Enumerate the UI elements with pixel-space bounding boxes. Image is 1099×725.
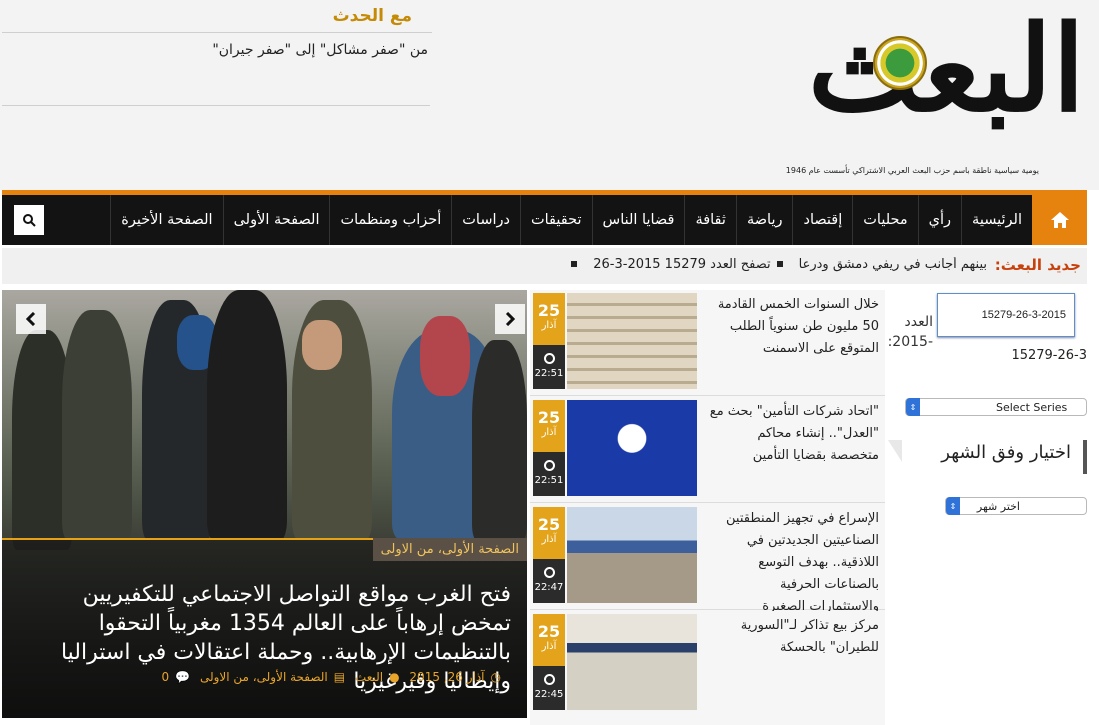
news-title[interactable]: مركز بيع تذاكر لـ"السورية للطيران" بالحس… (708, 615, 879, 659)
date-badge: 25 آذار (533, 293, 565, 345)
news-list: 25 آذار 22:51 خلال السنوات الخمس القادمة … (530, 290, 885, 725)
clock-icon (543, 353, 555, 364)
clock-icon (543, 567, 555, 578)
clock-icon: ◷ (490, 670, 501, 684)
news-thumbnail[interactable] (567, 293, 697, 389)
nav-menu: الرئيسية رأي محليات إقتصاد رياضة ثقافة ق… (110, 195, 1032, 245)
issue-value: 15279-26-3 (1011, 348, 1087, 363)
news-item[interactable]: 25 آذار 22:51 خلال السنوات الخمس القادمة … (530, 290, 885, 396)
date-badge: 25 آذار (533, 507, 565, 559)
site-header: البعث يومية سياسية ناطقة باسم حزب البعث … (0, 0, 1099, 190)
month-section-title: اختيار وفق الشهر (941, 442, 1071, 463)
clock-icon (543, 460, 555, 471)
news-title[interactable]: "اتحاد شركات التأمين" بحث مع "العدل".. إ… (708, 401, 879, 467)
ticker-label: جديد البعث: (994, 256, 1081, 274)
divider (2, 32, 432, 33)
news-item[interactable]: 25 آذار 22:47 الإسراع في تجهيز المنطقتين … (530, 504, 885, 614)
time-badge: 22:47 (533, 559, 565, 603)
ticker-item[interactable]: بينهم أجانب في ريفي دمشق ودرعا (799, 257, 987, 272)
chevron-right-icon (505, 312, 515, 326)
news-thumbnail[interactable] (567, 507, 697, 603)
date-badge: 25 آذار (533, 614, 565, 666)
nav-item-culture[interactable]: ثقافة (684, 195, 736, 245)
news-title[interactable]: خلال السنوات الخمس القادمة 50 مليون طن س… (708, 294, 879, 360)
nav-item-people-issues[interactable]: قضايا الناس (591, 195, 685, 245)
ticker-item[interactable]: تصفح العدد 15279 2015-3-26 (593, 257, 770, 272)
masthead-tagline: يومية سياسية ناطقة باسم حزب البعث العربي… (785, 166, 1039, 175)
nav-item-investigations[interactable]: تحقيقات (519, 195, 592, 245)
news-thumbnail[interactable] (567, 614, 697, 710)
featured-categories[interactable]: الصفحة الأولى، من الاولى (200, 670, 328, 684)
slider-next-button[interactable] (495, 304, 525, 334)
news-ticker: جديد البعث: بينهم أجانب في ريفي دمشق ودر… (2, 248, 1087, 284)
featured-caption: الصفحة الأولى، من الاولى فتح الغرب مواقع… (2, 538, 527, 718)
news-title[interactable]: الإسراع في تجهيز المنطقتين الصناعيتين ال… (708, 508, 879, 618)
nav-item-economy[interactable]: إقتصاد (792, 195, 852, 245)
news-item[interactable]: 25 آذار 22:51 "اتحاد شركات التأمين" بحث م… (530, 397, 885, 503)
event-title: مع الحدث (332, 6, 412, 26)
nav-item-home[interactable]: الرئيسية (961, 195, 1032, 245)
nav-item-local[interactable]: محليات (852, 195, 917, 245)
chevron-updown-icon: ⇕ (946, 497, 960, 515)
issue-label: العدد -2015: (887, 314, 933, 350)
sidebar: العدد -2015: 15279-26-3 Select Series ⇕ … (888, 290, 1093, 725)
chevron-updown-icon: ⇕ (906, 398, 920, 416)
divider (2, 105, 430, 106)
bullet-icon (571, 261, 578, 267)
issue-input[interactable] (937, 293, 1075, 337)
event-box: مع الحدث من "صفر مشاكل" إلى "صفر جيران" (2, 0, 432, 120)
time-badge: 22:51 (533, 452, 565, 496)
featured-meta: ◷ آذار 26, 2015 ● البعث ▤ الصفحة الأولى، من… (156, 670, 501, 684)
event-link[interactable]: من "صفر مشاكل" إلى "صفر جيران" (212, 42, 428, 58)
date-badge: 25 آذار (533, 400, 565, 452)
nav-item-parties[interactable]: أحزاب ومنظمات (329, 195, 451, 245)
bullet-icon (776, 261, 783, 267)
main-nav: الرئيسية رأي محليات إقتصاد رياضة ثقافة ق… (2, 190, 1087, 245)
home-button[interactable] (1032, 195, 1087, 245)
news-item[interactable]: 25 آذار 22:45 مركز بيع تذاكر لـ"السورية ل… (530, 611, 885, 725)
featured-date: آذار 26, 2015 (409, 670, 485, 684)
slider-prev-button[interactable] (16, 304, 46, 334)
site-logo[interactable]: البعث يومية سياسية ناطقة باسم حزب البعث … (755, 0, 1087, 182)
search-icon (23, 214, 36, 227)
party-emblem-icon (873, 36, 927, 90)
folder-icon: ▤ (333, 670, 346, 684)
time-badge: 22:51 (533, 345, 565, 389)
search-button[interactable] (14, 205, 44, 235)
featured-slider[interactable]: الصفحة الأولى، من الاولى فتح الغرب مواقع… (2, 290, 527, 718)
nav-item-opinion[interactable]: رأي (917, 195, 961, 245)
nav-item-studies[interactable]: دراسات (451, 195, 520, 245)
series-select[interactable]: Select Series ⇕ (905, 398, 1087, 416)
clock-icon (543, 674, 555, 685)
user-icon: ● (389, 670, 400, 684)
nav-item-front-page[interactable]: الصفحة الأولى (222, 195, 330, 245)
comment-icon: 💬 (175, 670, 191, 684)
featured-comments[interactable]: 0 (162, 670, 170, 684)
time-badge: 22:45 (533, 666, 565, 710)
ticker-strip: بينهم أجانب في ريفي دمشق ودرعا تصفح العدد… (2, 257, 987, 277)
news-thumbnail[interactable] (567, 400, 697, 496)
divider (1083, 440, 1087, 474)
chevron-left-icon (26, 312, 36, 326)
month-select[interactable]: اختر شهر ⇕ (945, 497, 1087, 515)
featured-category[interactable]: الصفحة الأولى، من الاولى (372, 538, 527, 561)
nav-item-last-page[interactable]: الصفحة الأخيرة (110, 195, 222, 245)
nav-item-sports[interactable]: رياضة (735, 195, 793, 245)
featured-author[interactable]: البعث (355, 670, 383, 684)
home-icon (1050, 212, 1069, 228)
divider (888, 440, 902, 462)
